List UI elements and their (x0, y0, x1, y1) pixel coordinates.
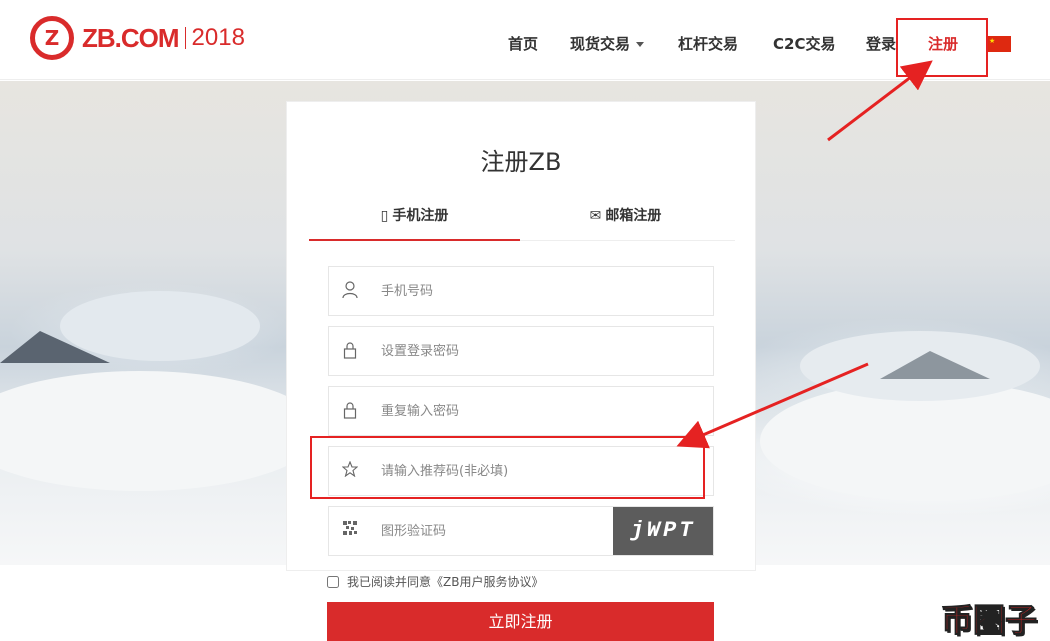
logo-divider (184, 27, 186, 49)
tab-email-label: 邮箱注册 (605, 208, 662, 224)
logo-circle-icon: Z (30, 16, 74, 60)
logo-text: ZB.COM (82, 22, 180, 53)
lock-icon (341, 401, 359, 421)
china-flag-icon[interactable]: ★ (987, 36, 1011, 52)
site-header: Z ZB.COM 2018 首页 现货交易 杠杆交易 C2C交易 登录 注册 ★ (0, 0, 1050, 80)
repeat-password-field[interactable] (328, 386, 714, 436)
nav-home[interactable]: 首页 (508, 33, 538, 54)
captcha-field[interactable]: jWPT (328, 506, 714, 556)
user-icon (341, 281, 359, 301)
tab-phone-register[interactable]: ▯ 手机注册 (309, 205, 520, 225)
nav-spot-trading[interactable]: 现货交易 (570, 33, 645, 54)
captcha-input[interactable] (381, 507, 601, 555)
captcha-image[interactable]: jWPT (613, 507, 713, 555)
annotation-highlight-register (896, 18, 988, 77)
page-title: 注册ZB (480, 148, 562, 176)
active-tab-indicator (309, 239, 520, 241)
register-submit-button[interactable]: 立即注册 (327, 602, 714, 641)
nav-margin-trading[interactable]: 杠杆交易 (678, 33, 738, 54)
logo-year: 2018 (191, 24, 245, 51)
envelope-icon: ✉ (589, 208, 602, 224)
password-input[interactable] (381, 327, 701, 375)
chevron-down-icon (636, 42, 645, 47)
nav-c2c-trading[interactable]: C2C交易 (773, 33, 835, 54)
agreement-checkbox[interactable] (327, 575, 339, 588)
phone-input[interactable] (381, 267, 701, 315)
tab-phone-label: 手机注册 (392, 208, 449, 224)
nav-login[interactable]: 登录 (866, 33, 896, 54)
tab-divider (520, 240, 735, 241)
mobile-phone-icon: ▯ (380, 208, 389, 224)
repeat-password-input[interactable] (381, 387, 701, 435)
qr-code-icon (341, 521, 359, 541)
cloud-decoration (0, 371, 320, 491)
watermark-logo: 币圈子 (940, 601, 1037, 640)
agreement-checkbox-row[interactable]: 我已阅读并同意《ZB用户服务协议》 (327, 573, 543, 590)
nav-spot-trading-label: 现货交易 (570, 35, 631, 53)
phone-field[interactable] (328, 266, 714, 316)
zb-logo[interactable]: Z ZB.COM 2018 (30, 16, 245, 60)
mountain-decoration (0, 331, 110, 363)
tab-email-register[interactable]: ✉ 邮箱注册 (520, 205, 731, 225)
mountain-decoration (880, 351, 990, 379)
agreement-text: 我已阅读并同意《ZB用户服务协议》 (347, 575, 544, 589)
annotation-highlight-referral (310, 436, 705, 499)
lock-icon (341, 341, 359, 361)
password-field[interactable] (328, 326, 714, 376)
register-card: 注册ZB ▯手机注册 ✉邮箱注册 jWPT (286, 101, 756, 571)
